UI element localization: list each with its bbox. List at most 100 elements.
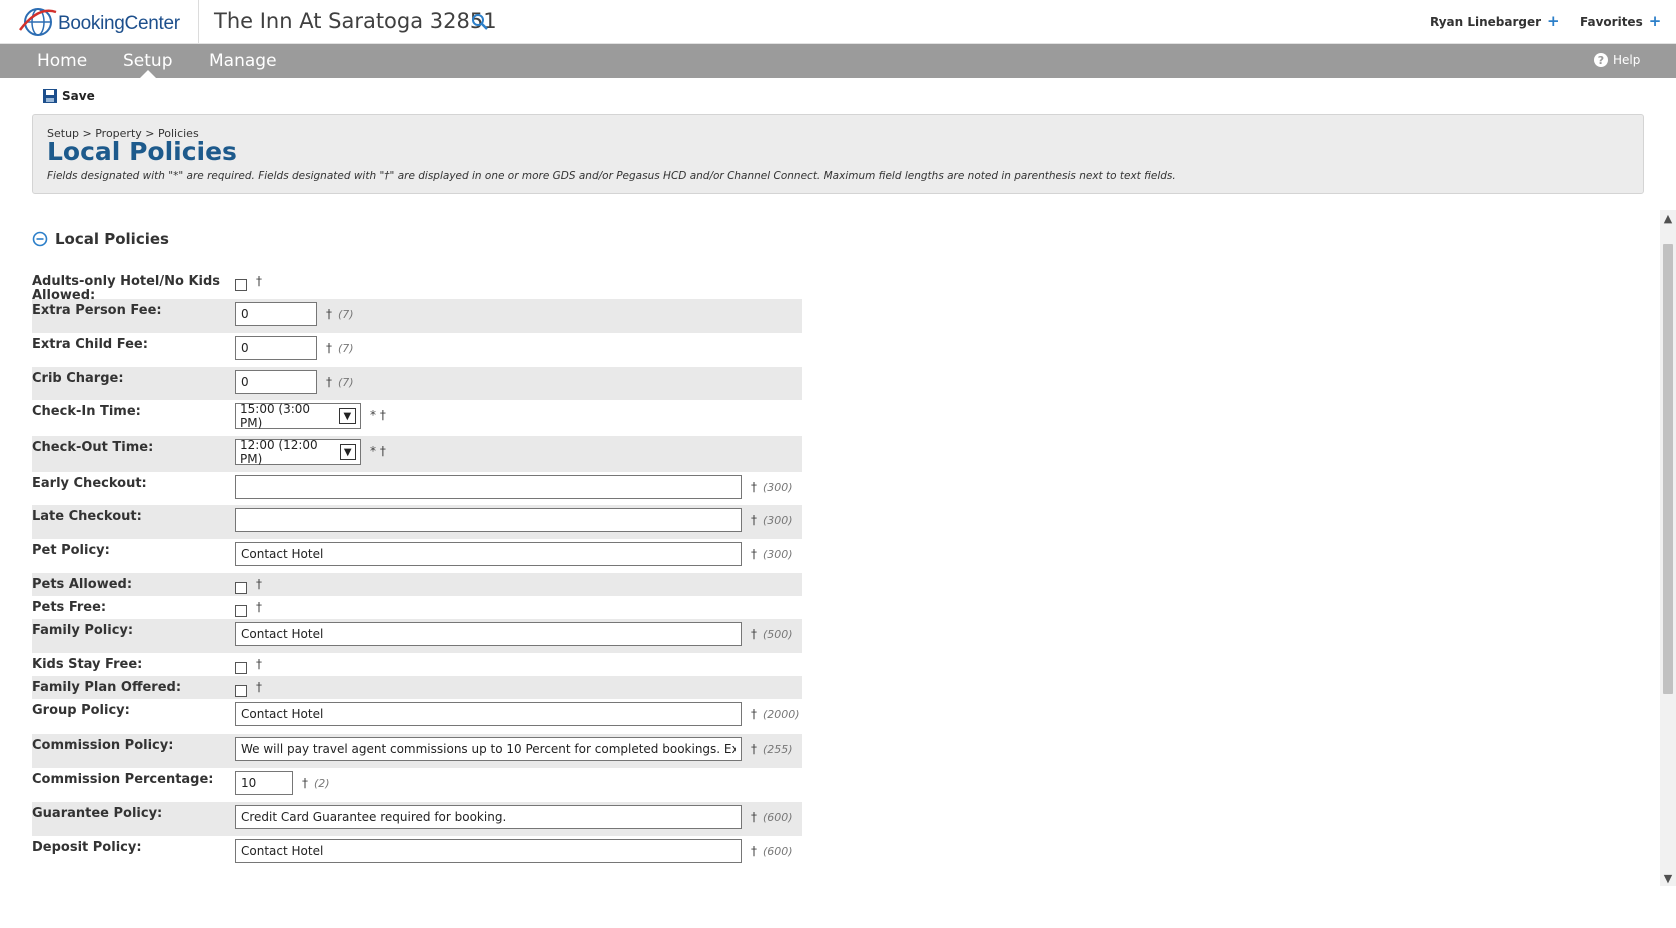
kids-stay-free-checkbox[interactable] bbox=[235, 662, 247, 674]
help-label: Help bbox=[1613, 53, 1641, 67]
form-row-crib-charge: Crib Charge: † (7) bbox=[32, 367, 802, 400]
family-plan-offered-checkbox[interactable] bbox=[235, 685, 247, 697]
field-annotation: † bbox=[256, 600, 262, 614]
user-menu[interactable]: Ryan Linebarger + bbox=[1430, 12, 1560, 30]
gds-marker: * † bbox=[370, 408, 386, 422]
help-link[interactable]: ? Help bbox=[1594, 53, 1640, 67]
max-length: (500) bbox=[763, 628, 793, 641]
form-row-family-plan-offered: Family Plan Offered: † bbox=[32, 676, 802, 699]
max-length: (2000) bbox=[763, 708, 800, 721]
field-label: Check-In Time: bbox=[32, 404, 141, 419]
scroll-down-arrow-icon[interactable]: ▼ bbox=[1660, 870, 1676, 886]
field-label: Kids Stay Free: bbox=[32, 657, 143, 672]
field-label: Group Policy: bbox=[32, 703, 130, 718]
gds-marker: † bbox=[256, 274, 262, 288]
extra-person-fee-input[interactable] bbox=[235, 302, 317, 326]
field-label: Pet Policy: bbox=[32, 543, 110, 558]
field-annotation: * † bbox=[370, 444, 386, 458]
gds-marker: † bbox=[256, 577, 262, 591]
logo-text: BookingCenter bbox=[58, 13, 180, 34]
form-row-kids-stay-free: Kids Stay Free: † bbox=[32, 653, 802, 676]
user-name: Ryan Linebarger bbox=[1430, 15, 1542, 29]
commission-policy-input[interactable] bbox=[235, 737, 742, 761]
group-policy-input[interactable] bbox=[235, 702, 742, 726]
chevron-down-icon: ▼ bbox=[339, 444, 356, 460]
field-label: Late Checkout: bbox=[32, 509, 142, 524]
field-annotation: † bbox=[256, 274, 262, 288]
field-label: Pets Allowed: bbox=[32, 577, 133, 592]
field-label: Commission Policy: bbox=[32, 738, 174, 753]
field-annotation: † bbox=[256, 657, 262, 671]
pet-policy-input[interactable] bbox=[235, 542, 742, 566]
gds-marker: † bbox=[751, 844, 757, 858]
commission-percentage-input[interactable] bbox=[235, 771, 293, 795]
form-row-check-out-time: Check-Out Time: 12:00 (12:00 PM) ▼ * † bbox=[32, 436, 802, 472]
max-length: (7) bbox=[338, 308, 354, 321]
family-policy-input[interactable] bbox=[235, 622, 742, 646]
gds-marker: † bbox=[302, 776, 308, 790]
max-length: (300) bbox=[763, 481, 793, 494]
select-value: 15:00 (3:00 PM) bbox=[240, 402, 311, 430]
field-label: Early Checkout: bbox=[32, 476, 147, 491]
extra-child-fee-input[interactable] bbox=[235, 336, 317, 360]
favorites-label: Favorites bbox=[1580, 15, 1643, 29]
field-label: Pets Free: bbox=[32, 600, 107, 615]
main-nav: Home Setup Manage ? Help bbox=[0, 44, 1676, 78]
max-length: (300) bbox=[763, 514, 793, 527]
field-annotation: † bbox=[256, 577, 262, 591]
max-length: (300) bbox=[763, 548, 793, 561]
page-title: Local Policies bbox=[47, 137, 237, 166]
logo[interactable]: BookingCenter bbox=[0, 0, 199, 43]
check-in-time-select[interactable]: 15:00 (3:00 PM) ▼ bbox=[235, 402, 361, 430]
field-annotation: † (600) bbox=[751, 810, 793, 824]
select-value: 12:00 (12:00 PM) bbox=[240, 438, 318, 466]
pets-allowed-checkbox[interactable] bbox=[235, 582, 247, 594]
adults-only-hotel-no-kids-allowed-checkbox[interactable] bbox=[235, 279, 247, 291]
nav-home[interactable]: Home bbox=[37, 51, 87, 71]
form-row-commission-percentage: Commission Percentage: † (2) bbox=[32, 768, 802, 802]
field-label: Crib Charge: bbox=[32, 371, 124, 386]
deposit-policy-input[interactable] bbox=[235, 839, 742, 863]
field-annotation: † (2000) bbox=[751, 707, 800, 721]
gds-marker: † bbox=[751, 707, 757, 721]
scrollbar-thumb[interactable] bbox=[1663, 244, 1673, 694]
floppy-disk-icon bbox=[43, 89, 57, 103]
collapse-circle-icon bbox=[32, 231, 48, 247]
save-label: Save bbox=[62, 89, 95, 103]
form-row-group-policy: Group Policy: † (2000) bbox=[32, 699, 802, 734]
late-checkout-input[interactable] bbox=[235, 508, 742, 532]
crib-charge-input[interactable] bbox=[235, 370, 317, 394]
field-label: Extra Person Fee: bbox=[32, 303, 162, 318]
check-out-time-select[interactable]: 12:00 (12:00 PM) ▼ bbox=[235, 438, 361, 466]
max-length: (7) bbox=[338, 342, 354, 355]
gds-marker: † bbox=[256, 680, 262, 694]
gds-marker: † bbox=[751, 547, 757, 561]
field-annotation: † bbox=[256, 680, 262, 694]
form-row-check-in-time: Check-In Time: 15:00 (3:00 PM) ▼ * † bbox=[32, 400, 802, 436]
field-label: Deposit Policy: bbox=[32, 840, 142, 855]
field-annotation: † (7) bbox=[326, 307, 354, 321]
form-row-guarantee-policy: Guarantee Policy: † (600) bbox=[32, 802, 802, 836]
save-button[interactable]: Save bbox=[43, 89, 95, 103]
help-icon: ? bbox=[1594, 53, 1608, 67]
vertical-scrollbar[interactable]: ▲ ▼ bbox=[1660, 210, 1676, 886]
field-instructions: Fields designated with "*" are required.… bbox=[47, 170, 1176, 182]
nav-manage[interactable]: Manage bbox=[209, 51, 277, 71]
favorites-menu[interactable]: Favorites + bbox=[1580, 12, 1661, 30]
field-label: Family Policy: bbox=[32, 623, 134, 638]
page-header-panel: Setup > Property > Policies Local Polici… bbox=[32, 114, 1644, 194]
pets-free-checkbox[interactable] bbox=[235, 605, 247, 617]
field-annotation: † (7) bbox=[326, 375, 354, 389]
scroll-up-arrow-icon[interactable]: ▲ bbox=[1660, 210, 1676, 226]
field-label: Extra Child Fee: bbox=[32, 337, 148, 352]
guarantee-policy-input[interactable] bbox=[235, 805, 742, 829]
gds-marker: † bbox=[326, 375, 332, 389]
field-annotation: * † bbox=[370, 408, 386, 422]
gds-marker: † bbox=[256, 600, 262, 614]
form-row-pets-free: Pets Free: † bbox=[32, 596, 802, 619]
form-row-commission-policy: Commission Policy: † (255) bbox=[32, 734, 802, 768]
search-icon[interactable] bbox=[471, 13, 489, 31]
section-toggle-local-policies[interactable]: Local Policies bbox=[32, 230, 169, 248]
early-checkout-input[interactable] bbox=[235, 475, 742, 499]
nav-setup[interactable]: Setup bbox=[123, 51, 172, 71]
